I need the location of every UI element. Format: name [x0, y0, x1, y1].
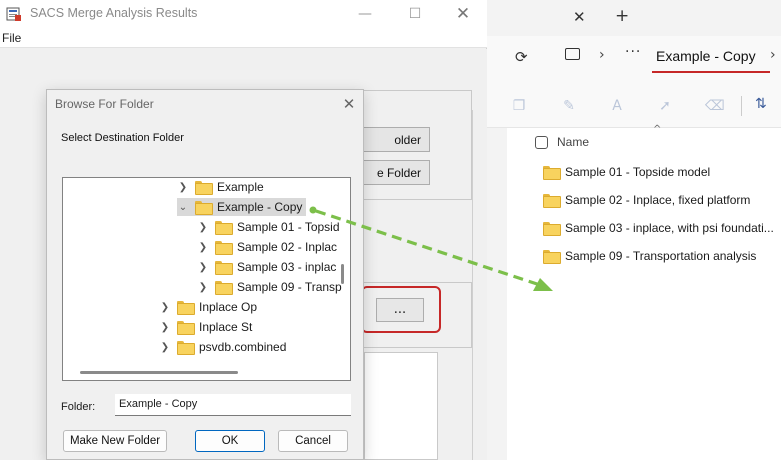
tree-item[interactable]: ❯ Inplace St	[159, 318, 252, 336]
tree-item[interactable]: ❯ psvdb.combined	[159, 338, 286, 356]
tree-item[interactable]: ❯ Sample 02 - Inplac	[197, 238, 337, 256]
horizontal-scrollbar[interactable]	[80, 371, 238, 374]
browse-for-folder-dialog: Browse For Folder ✕ Select Destination F…	[46, 89, 364, 460]
minimize-button[interactable]: —	[350, 4, 380, 24]
select-all-checkbox[interactable]	[535, 136, 548, 149]
more-icon[interactable]: ···	[625, 44, 641, 60]
file-explorer: ✕ + ⟳ › ··· Example - Copy › ❐ ✎ A ➚ ⌫ ⇅…	[487, 0, 781, 460]
file-list: Name ^ Sample 01 - Topside model Sample …	[487, 124, 781, 460]
tree-item[interactable]: ❯ Inplace Op	[159, 298, 257, 316]
dialog-instruction: Select Destination Folder	[61, 132, 184, 144]
tree-item[interactable]: ❯ Sample 01 - Topsid	[197, 218, 340, 236]
refresh-icon[interactable]: ⟳	[515, 48, 528, 66]
chevron-right-icon[interactable]: ❯	[177, 182, 189, 193]
maximize-button[interactable]: ☐	[400, 4, 430, 24]
chevron-right-icon: ›	[599, 47, 605, 63]
ok-button[interactable]: OK	[195, 430, 265, 452]
cut-icon[interactable]: ❐	[511, 98, 527, 114]
navigation-pane-edge	[487, 128, 507, 460]
folder-icon	[543, 166, 561, 180]
chevron-right-icon[interactable]: ❯	[197, 242, 209, 253]
folder-input[interactable]: Example - Copy	[115, 394, 351, 416]
chevron-right-icon: ›	[770, 47, 776, 63]
tree-item[interactable]: ❯ Example	[177, 178, 264, 196]
folder-icon	[177, 321, 195, 335]
folder-icon	[215, 221, 233, 235]
share-icon[interactable]: ➚	[657, 98, 673, 114]
folder-icon	[195, 201, 213, 215]
breadcrumb-current[interactable]: Example - Copy	[656, 48, 756, 64]
underline-annotation	[652, 71, 770, 73]
highlight-annotation	[361, 286, 441, 333]
chevron-down-icon[interactable]: ⌄	[177, 202, 189, 213]
chevron-right-icon[interactable]: ❯	[159, 322, 171, 333]
toolbar-divider	[741, 96, 742, 116]
title-bar: SACS Merge Analysis Results — ☐ ✕	[0, 0, 487, 30]
close-button[interactable]: ✕	[448, 4, 478, 24]
menu-file[interactable]: File	[2, 31, 21, 45]
list-item[interactable]: Sample 01 - Topside model	[543, 162, 710, 182]
list-item[interactable]: Sample 09 - Transportation analysis	[543, 246, 756, 266]
menu-bar: File	[0, 30, 487, 48]
sort-up-icon: ^	[653, 124, 662, 135]
folder-icon	[543, 250, 561, 264]
folder-icon	[177, 341, 195, 355]
chevron-right-icon[interactable]: ❯	[197, 282, 209, 293]
folder-icon	[195, 181, 213, 195]
tree-item[interactable]: ❯ Sample 03 - inplac	[197, 258, 336, 276]
vertical-scrollbar[interactable]	[341, 264, 344, 284]
column-header-name[interactable]: Name	[557, 135, 589, 149]
folder-tree[interactable]: ❯ Example ⌄ Example - Copy ❯ Sample 01 -…	[62, 177, 351, 381]
app-icon	[6, 7, 21, 21]
this-pc-icon[interactable]	[565, 48, 580, 60]
tab-close-icon[interactable]: ✕	[573, 8, 586, 26]
dialog-close-icon[interactable]: ✕	[337, 93, 361, 115]
cancel-button[interactable]: Cancel	[278, 430, 348, 452]
tree-item[interactable]: ❯ Sample 09 - Transp	[197, 278, 342, 296]
folder-icon	[215, 261, 233, 275]
chevron-right-icon[interactable]: ❯	[159, 342, 171, 353]
new-tab-icon[interactable]: +	[615, 6, 629, 26]
folder-icon	[215, 241, 233, 255]
chevron-right-icon[interactable]: ❯	[197, 222, 209, 233]
chevron-right-icon[interactable]: ❯	[197, 262, 209, 273]
chevron-right-icon[interactable]: ❯	[159, 302, 171, 313]
dialog-title: Browse For Folder	[55, 97, 154, 111]
log-textbox[interactable]	[364, 352, 438, 460]
folder-icon	[543, 222, 561, 236]
folder-label: Folder:	[61, 401, 96, 413]
sort-icon[interactable]: ⇅	[755, 96, 767, 112]
window-title: SACS Merge Analysis Results	[30, 6, 198, 20]
folder-icon	[177, 301, 195, 315]
folder-icon	[543, 194, 561, 208]
command-bar: ❐ ✎ A ➚ ⌫ ⇅	[487, 82, 781, 128]
folder-icon	[215, 281, 233, 295]
delete-icon[interactable]: ⌫	[705, 98, 725, 114]
paste-icon[interactable]: ✎	[561, 98, 577, 114]
address-bar: ⟳ › ··· Example - Copy ›	[487, 36, 781, 82]
tree-item-selected[interactable]: ⌄ Example - Copy	[177, 198, 307, 216]
list-item[interactable]: Sample 02 - Inplace, fixed platform	[543, 190, 750, 210]
make-new-folder-button[interactable]: Make New Folder	[63, 430, 167, 452]
rename-icon[interactable]: A	[609, 98, 625, 114]
list-item[interactable]: Sample 03 - inplace, with psi foundati..…	[543, 218, 774, 238]
side-frame	[472, 110, 487, 460]
